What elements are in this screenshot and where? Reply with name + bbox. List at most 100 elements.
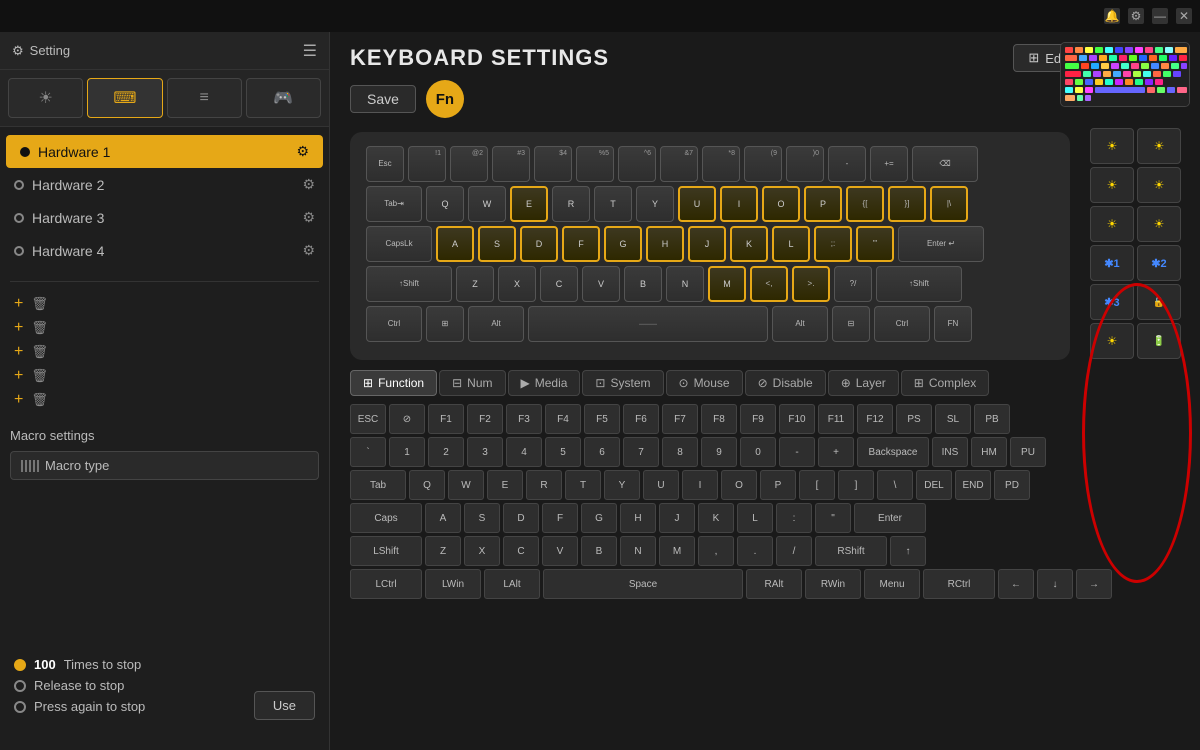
key-minus[interactable]: - [828, 146, 866, 182]
use-button[interactable]: Use [254, 691, 315, 720]
grid-key-y[interactable]: Y [604, 470, 640, 500]
key-rbracket[interactable]: }] [888, 186, 926, 222]
grid-key-b[interactable]: B [581, 536, 617, 566]
grid-key-lshift[interactable]: LShift [350, 536, 422, 566]
grid-key-a[interactable]: A [425, 503, 461, 533]
grid-key-f3[interactable]: F3 [506, 404, 542, 434]
grid-key-lbr[interactable]: [ [799, 470, 835, 500]
grid-key-pb[interactable]: PB [974, 404, 1010, 434]
grid-key-minus[interactable]: - [779, 437, 815, 467]
tab-disable[interactable]: ⊘ Disable [745, 370, 826, 396]
grid-key-e[interactable]: E [487, 470, 523, 500]
grid-key-c[interactable]: C [503, 536, 539, 566]
grid-key-hm[interactable]: HM [971, 437, 1007, 467]
grid-key-sl[interactable]: SL [935, 404, 971, 434]
rp-battery-icon[interactable]: 🔋 [1137, 323, 1181, 359]
key-5[interactable]: %5 [576, 146, 614, 182]
key-v[interactable]: V [582, 266, 620, 302]
key-backspace[interactable]: ⌫ [912, 146, 978, 182]
grid-key-fslash[interactable]: / [776, 536, 812, 566]
grid-key-j[interactable]: J [659, 503, 695, 533]
rp-brightness-7[interactable]: ☀ [1090, 323, 1134, 359]
rp-bluetooth-1[interactable]: ✱1 [1090, 245, 1134, 281]
key-0[interactable]: )0 [786, 146, 824, 182]
key-quote[interactable]: "' [856, 226, 894, 262]
grid-key-f5[interactable]: F5 [584, 404, 620, 434]
key-t[interactable]: T [594, 186, 632, 222]
key-j[interactable]: J [688, 226, 726, 262]
key-enter[interactable]: Enter ↵ [898, 226, 984, 262]
grid-key-ralt[interactable]: RAlt [746, 569, 802, 599]
grid-key-0[interactable]: 0 [740, 437, 776, 467]
key-i[interactable]: I [720, 186, 758, 222]
rp-brightness-5[interactable]: ☀ [1090, 206, 1134, 242]
hw3-gear-icon[interactable]: ⚙ [302, 209, 315, 226]
grid-key-leftarrow[interactable]: ← [998, 569, 1034, 599]
key-g[interactable]: G [604, 226, 642, 262]
grid-key-null[interactable]: ⊘ [389, 404, 425, 434]
key-lalt[interactable]: Alt [468, 306, 524, 342]
grid-key-k[interactable]: K [698, 503, 734, 533]
key-period[interactable]: >. [792, 266, 830, 302]
key-3[interactable]: #3 [492, 146, 530, 182]
add-icon-4[interactable]: + [14, 367, 23, 385]
key-f[interactable]: F [562, 226, 600, 262]
tab-monitor[interactable]: ⌨ [87, 78, 162, 118]
stop-option-press[interactable]: Press again to stop [14, 699, 145, 714]
grid-key-r[interactable]: R [526, 470, 562, 500]
grid-key-f8[interactable]: F8 [701, 404, 737, 434]
grid-key-tab[interactable]: Tab [350, 470, 406, 500]
rp-lock-icon[interactable]: 🔒 [1137, 284, 1181, 320]
rp-bluetooth-3[interactable]: ✱3 [1090, 284, 1134, 320]
grid-key-ps[interactable]: PS [896, 404, 932, 434]
grid-key-f1[interactable]: F1 [428, 404, 464, 434]
add-icon-1[interactable]: + [14, 295, 23, 313]
grid-key-i[interactable]: I [682, 470, 718, 500]
grid-key-o[interactable]: O [721, 470, 757, 500]
key-menu[interactable]: ⊟ [832, 306, 870, 342]
grid-key-h[interactable]: H [620, 503, 656, 533]
key-k[interactable]: K [730, 226, 768, 262]
key-w[interactable]: W [468, 186, 506, 222]
grid-key-downarrow[interactable]: ↓ [1037, 569, 1073, 599]
key-win[interactable]: ⊞ [426, 306, 464, 342]
grid-key-1[interactable]: 1 [389, 437, 425, 467]
grid-key-d[interactable]: D [503, 503, 539, 533]
grid-key-f2[interactable]: F2 [467, 404, 503, 434]
grid-key-w[interactable]: W [448, 470, 484, 500]
key-b[interactable]: B [624, 266, 662, 302]
grid-key-rwin[interactable]: RWin [805, 569, 861, 599]
stop-option-times[interactable]: 100 Times to stop [14, 657, 145, 672]
key-a[interactable]: A [436, 226, 474, 262]
grid-key-pu[interactable]: PU [1010, 437, 1046, 467]
key-y[interactable]: Y [636, 186, 674, 222]
key-m[interactable]: M [708, 266, 746, 302]
key-equals[interactable]: += [870, 146, 908, 182]
grid-key-lwin[interactable]: LWin [425, 569, 481, 599]
grid-key-dquote[interactable]: " [815, 503, 851, 533]
tab-system[interactable]: ⊡ System [582, 370, 663, 396]
key-p[interactable]: P [804, 186, 842, 222]
key-e[interactable]: E [510, 186, 548, 222]
tab-media[interactable]: ▶ Media [508, 370, 581, 396]
grid-key-g[interactable]: G [581, 503, 617, 533]
key-c[interactable]: C [540, 266, 578, 302]
grid-key-f[interactable]: F [542, 503, 578, 533]
key-fn[interactable]: FN [934, 306, 972, 342]
rp-bluetooth-2[interactable]: ✱2 [1137, 245, 1181, 281]
key-q[interactable]: Q [426, 186, 464, 222]
grid-key-z[interactable]: Z [425, 536, 461, 566]
key-caps[interactable]: CapsLk [366, 226, 432, 262]
grid-key-7[interactable]: 7 [623, 437, 659, 467]
rp-brightness-6[interactable]: ☀ [1137, 206, 1181, 242]
key-slash[interactable]: ?/ [834, 266, 872, 302]
grid-key-menu[interactable]: Menu [864, 569, 920, 599]
close-button[interactable]: ✕ [1176, 8, 1192, 24]
grid-key-4[interactable]: 4 [506, 437, 542, 467]
hardware-item-1[interactable]: Hardware 1 ⚙ [6, 135, 323, 168]
add-icon-2[interactable]: + [14, 319, 23, 337]
key-6[interactable]: ^6 [618, 146, 656, 182]
key-semicolon[interactable]: ;: [814, 226, 852, 262]
key-4[interactable]: $4 [534, 146, 572, 182]
key-ralt[interactable]: Alt [772, 306, 828, 342]
